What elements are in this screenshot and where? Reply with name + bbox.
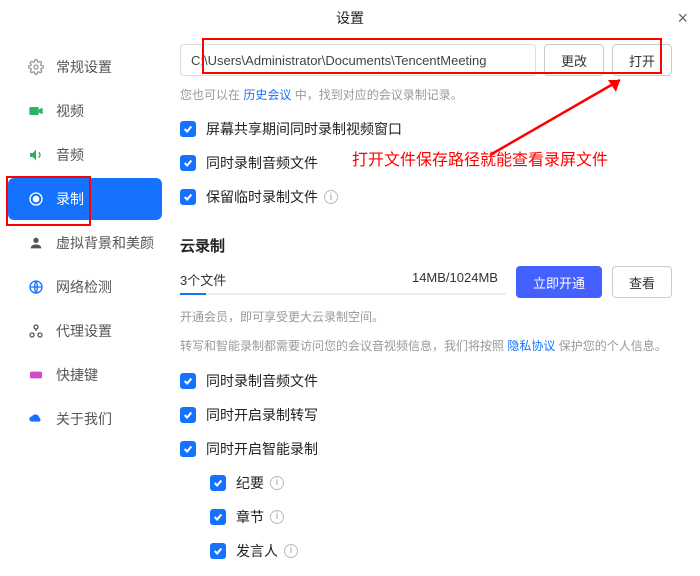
checkmark-icon [210, 475, 226, 491]
close-icon[interactable]: × [677, 8, 688, 29]
sidebar-item-label: 网络检测 [56, 277, 112, 297]
privacy-link[interactable]: 隐私协议 [507, 339, 555, 353]
cloud-size: 14MB/1024MB [412, 270, 498, 289]
checkbox-label: 保留临时录制文件 [206, 187, 318, 207]
info-icon[interactable]: i [284, 544, 298, 558]
checkbox-summary[interactable]: 纪要 i [210, 473, 672, 493]
sidebar-item-about[interactable]: 关于我们 [8, 398, 162, 440]
sidebar-item-video[interactable]: 视频 [8, 90, 162, 132]
checkbox-label: 同时开启智能录制 [206, 439, 318, 459]
globe-icon [26, 279, 46, 295]
checkbox-label: 屏幕共享期间同时录制视频窗口 [206, 119, 402, 139]
checkmark-icon [180, 407, 196, 423]
speaker-icon [26, 147, 46, 163]
gear-icon [26, 59, 46, 75]
sidebar-item-record[interactable]: 录制 [8, 178, 162, 220]
sidebar-item-label: 代理设置 [56, 321, 112, 341]
sidebar-item-network[interactable]: 网络检测 [8, 266, 162, 308]
cloud-files: 3个文件 [180, 270, 226, 289]
checkmark-icon [180, 155, 196, 171]
checkmark-icon [180, 373, 196, 389]
sidebar-item-label: 录制 [56, 189, 84, 209]
history-note: 您也可以在 历史会议 中，找到对应的会议录制记录。 [180, 86, 672, 105]
view-button[interactable]: 查看 [612, 266, 672, 298]
checkbox-screen-share[interactable]: 屏幕共享期间同时录制视频窗口 [180, 119, 672, 139]
checkmark-icon [210, 543, 226, 559]
checkbox-chapter[interactable]: 章节 i [210, 507, 672, 527]
cloud-title: 云录制 [180, 235, 672, 256]
info-icon[interactable]: i [270, 476, 284, 490]
info-icon[interactable]: i [324, 190, 338, 204]
subscribe-button[interactable]: 立即开通 [516, 266, 602, 298]
checkbox-smart[interactable]: 同时开启智能录制 [180, 439, 672, 459]
sidebar-item-proxy[interactable]: 代理设置 [8, 310, 162, 352]
checkbox-audio2[interactable]: 同时录制音频文件 [180, 371, 672, 391]
open-button[interactable]: 打开 [612, 44, 672, 76]
sidebar-item-hotkey[interactable]: 快捷键 [8, 354, 162, 396]
checkbox-label: 同时录制音频文件 [206, 153, 318, 173]
cloud-note2: 转写和智能录制都需要访问您的会议音视频信息，我们将按照 隐私协议 保护您的个人信… [180, 337, 672, 356]
sidebar-item-audio[interactable]: 音频 [8, 134, 162, 176]
storage-bar [180, 293, 506, 295]
history-link[interactable]: 历史会议 [243, 88, 291, 102]
keyboard-icon [26, 367, 46, 383]
checkmark-icon [180, 189, 196, 205]
sidebar-item-label: 常规设置 [56, 57, 112, 77]
main-panel: 更改 打开 您也可以在 历史会议 中，找到对应的会议录制记录。 屏幕共享期间同时… [170, 36, 700, 576]
video-icon [26, 103, 46, 119]
sidebar-item-label: 关于我们 [56, 409, 112, 429]
info-icon[interactable]: i [270, 510, 284, 524]
proxy-icon [26, 323, 46, 339]
sidebar-item-general[interactable]: 常规设置 [8, 46, 162, 88]
cloud-icon [26, 411, 46, 427]
checkmark-icon [180, 441, 196, 457]
checkbox-label: 发言人 [236, 541, 278, 561]
sidebar-item-label: 虚拟背景和美颜 [56, 233, 154, 253]
checkbox-label: 同时开启录制转写 [206, 405, 318, 425]
record-icon [26, 191, 46, 207]
checkbox-label: 纪要 [236, 473, 264, 493]
user-icon [26, 235, 46, 251]
checkbox-label: 章节 [236, 507, 264, 527]
checkmark-icon [210, 509, 226, 525]
change-button[interactable]: 更改 [544, 44, 604, 76]
save-path-input[interactable] [180, 44, 536, 76]
sidebar-item-label: 快捷键 [56, 365, 98, 385]
checkbox-temp[interactable]: 保留临时录制文件 i [180, 187, 672, 207]
checkmark-icon [180, 121, 196, 137]
sidebar-item-label: 音频 [56, 145, 84, 165]
sidebar-item-vbg[interactable]: 虚拟背景和美颜 [8, 222, 162, 264]
sidebar: 常规设置 视频 音频 录制 虚拟背景和美颜 网络检测 [0, 36, 170, 576]
window-title: 设置 [336, 8, 364, 28]
sidebar-item-label: 视频 [56, 101, 84, 121]
checkbox-transcribe[interactable]: 同时开启录制转写 [180, 405, 672, 425]
checkbox-speaker[interactable]: 发言人 i [210, 541, 672, 561]
checkbox-label: 同时录制音频文件 [206, 371, 318, 391]
checkbox-audio[interactable]: 同时录制音频文件 [180, 153, 672, 173]
cloud-note1: 开通会员，即可享受更大云录制空间。 [180, 308, 672, 327]
